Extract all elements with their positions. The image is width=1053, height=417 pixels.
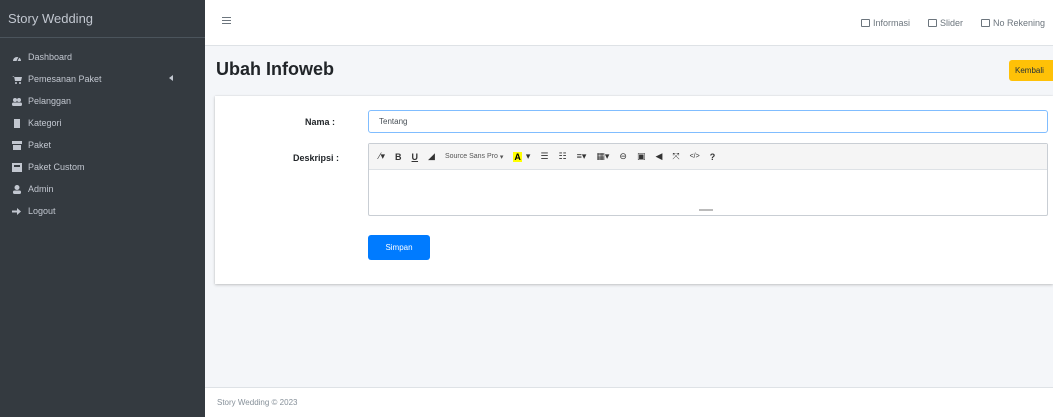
box-icon — [12, 140, 22, 150]
nav-link-no-rekening[interactable]: No Rekening — [980, 18, 1045, 28]
sidebar-item-pemesanan-paket[interactable]: Pemesanan Paket — [0, 68, 205, 90]
text-color-icon[interactable]: A — [513, 151, 522, 162]
sidebar-nav: Dashboard Pemesanan Paket Pelanggan Kate… — [0, 38, 205, 222]
sidebar-item-dashboard[interactable]: Dashboard — [0, 46, 205, 68]
users-icon — [12, 97, 22, 106]
sidebar-item-label: Dashboard — [28, 52, 73, 62]
unordered-list-icon[interactable]: ☰ — [540, 151, 548, 162]
save-button[interactable]: Simpan — [368, 235, 430, 260]
font-family-value: Source Sans Pro — [444, 153, 498, 160]
editor-toolbar: ⁄▾ B U ◢ Source Sans Pro ▾ A ▾ ☰ ☷ ≡▾ ▦▾ … — [369, 144, 1047, 170]
image-icon — [927, 19, 937, 27]
sidebar-item-label: Kategori — [28, 118, 62, 128]
eraser-icon[interactable]: ◢ — [428, 151, 435, 162]
sidebar-item-kategori[interactable]: Kategori — [0, 112, 205, 134]
book-icon — [12, 118, 22, 128]
link-icon[interactable]: ⊖ — [619, 151, 627, 162]
sidebar-item-label: Paket — [28, 140, 52, 150]
underline-icon[interactable]: U — [412, 152, 419, 162]
content-header: Ubah Infoweb Kembali — [205, 47, 1053, 91]
sidebar-item-admin[interactable]: Admin — [0, 178, 205, 200]
chevron-down-icon[interactable]: ▾ — [526, 151, 531, 162]
menu-icon[interactable] — [222, 17, 231, 25]
description-editor: ⁄▾ B U ◢ Source Sans Pro ▾ A ▾ ☰ ☷ ≡▾ ▦▾ … — [368, 143, 1048, 216]
brand-link[interactable]: Story Wedding — [0, 0, 205, 38]
code-view-icon[interactable]: </> — [690, 153, 700, 160]
back-button[interactable]: Kembali — [1009, 60, 1053, 81]
top-navbar: Informasi Slider No Rekening — [205, 0, 1053, 46]
top-nav-links: Informasi Slider No Rekening — [860, 0, 1045, 46]
table-icon[interactable]: ▦▾ — [596, 151, 609, 162]
bold-icon[interactable]: B — [395, 152, 402, 162]
sidebar-item-logout[interactable]: Logout — [0, 200, 205, 222]
sidebar-item-label: Pemesanan Paket — [28, 74, 102, 84]
page-title: Ubah Infoweb — [216, 59, 334, 79]
resize-handle[interactable] — [699, 209, 713, 211]
picture-icon[interactable]: ▣ — [637, 151, 646, 162]
ordered-list-icon[interactable]: ☷ — [559, 151, 567, 162]
sidebar-item-label: Admin — [28, 184, 54, 194]
sidebar: Story Wedding Dashboard Pemesanan Paket … — [0, 0, 205, 417]
dashboard-icon — [12, 53, 22, 62]
sidebar-item-label: Paket Custom — [28, 162, 85, 172]
align-icon[interactable]: ≡▾ — [577, 151, 587, 162]
magic-icon[interactable]: ⁄▾ — [379, 151, 385, 162]
nav-link-label: No Rekening — [992, 18, 1045, 28]
sidebar-item-paket[interactable]: Paket — [0, 134, 205, 156]
name-label: Nama : — [305, 117, 336, 127]
user-icon — [12, 184, 22, 194]
cart-icon — [12, 75, 22, 84]
video-icon[interactable]: ◀ — [655, 151, 662, 162]
sidebar-item-pelanggan[interactable]: Pelanggan — [0, 90, 205, 112]
sidebar-item-label: Pelanggan — [28, 96, 72, 106]
bank-icon — [980, 19, 990, 27]
nav-link-label: Slider — [939, 18, 963, 28]
logout-icon — [12, 207, 22, 216]
chevron-left-icon — [169, 75, 173, 81]
footer: Story Wedding © 2023 — [205, 387, 1053, 417]
description-label: Deskripsi : — [293, 153, 340, 163]
form-card: Nama : Deskripsi : ⁄▾ B U ◢ Source Sans … — [215, 96, 1053, 284]
nav-link-informasi[interactable]: Informasi — [860, 18, 910, 28]
info-icon — [860, 19, 870, 27]
nav-link-slider[interactable]: Slider — [927, 18, 963, 28]
nav-link-label: Informasi — [872, 18, 910, 28]
font-family-select[interactable]: Source Sans Pro ▾ — [445, 153, 503, 161]
sidebar-item-label: Logout — [28, 206, 56, 216]
sidebar-item-paket-custom[interactable]: Paket Custom — [0, 156, 205, 178]
help-icon[interactable]: ? — [710, 152, 716, 162]
fullscreen-icon[interactable]: ⤧ — [672, 151, 679, 162]
editor-content-area[interactable] — [369, 170, 1047, 205]
name-input[interactable] — [368, 110, 1048, 133]
custom-box-icon — [12, 162, 22, 172]
